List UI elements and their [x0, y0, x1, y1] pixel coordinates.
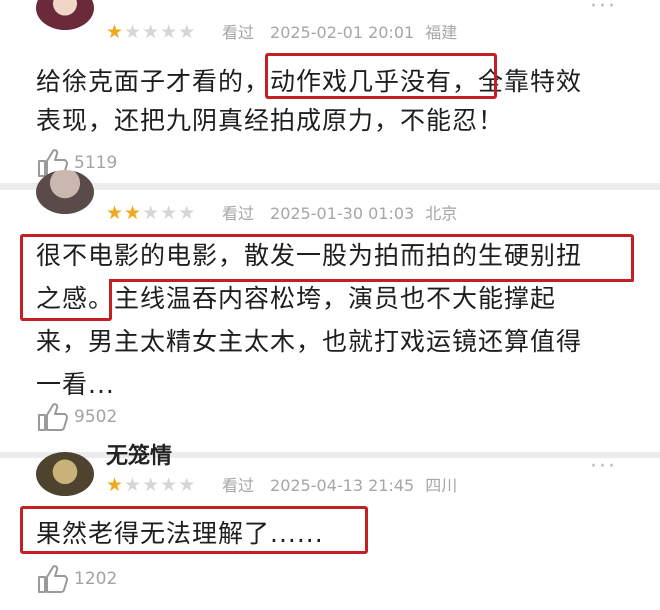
star-empty-icon: ★ [178, 21, 197, 43]
star-empty-icon: ★ [142, 202, 161, 224]
star-filled-icon: ★ [106, 21, 125, 43]
highlight-box [20, 279, 112, 321]
star-empty-icon: ★ [142, 21, 161, 43]
star-filled-icon: ★ [124, 202, 143, 224]
review-meta: 看过 2025-02-01 20:01 福建 [222, 25, 457, 41]
user-name[interactable]: 无笼情 [106, 446, 172, 468]
user-avatar[interactable] [36, 452, 94, 496]
review-region: 福建 [425, 23, 458, 42]
review-time: 2025-04-13 21:45 [270, 476, 415, 495]
review-meta: 看过 2025-04-13 21:45 四川 [222, 478, 457, 494]
rating-stars: ★★★★★ [106, 476, 196, 495]
thumb-up-icon [38, 565, 68, 593]
review-text-line: 之感。主线温吞内容松垮，演员也不大能撑起 [36, 284, 557, 313]
like-button[interactable]: 9502 [36, 402, 117, 432]
star-empty-icon: ★ [124, 474, 143, 496]
star-empty-icon: ★ [160, 21, 179, 43]
review-text-line: 表现，还把九阴真经拍成原力，不能忍！ [36, 106, 505, 135]
star-empty-icon: ★ [160, 202, 179, 224]
like-count: 5119 [74, 153, 118, 173]
review-region: 四川 [425, 476, 458, 495]
star-filled-icon: ★ [106, 474, 125, 496]
seen-label: 看过 [222, 476, 255, 495]
thumb-up-icon [38, 403, 68, 431]
seen-label: 看过 [222, 204, 255, 223]
review-card-1: ··· ★★★★★ 看过 2025-02-01 20:01 福建 给徐克面子才看的… [0, 0, 660, 183]
review-time: 2025-01-30 01:03 [270, 204, 415, 223]
seen-label: 看过 [222, 23, 255, 42]
user-avatar[interactable] [36, 0, 94, 30]
like-count: 9502 [74, 407, 118, 427]
more-dots-icon[interactable]: ··· [590, 456, 617, 478]
like-count: 1202 [74, 569, 118, 589]
star-empty-icon: ★ [124, 21, 143, 43]
rating-stars: ★★★★★ [106, 23, 196, 42]
rating-stars: ★★★★★ [106, 204, 196, 223]
star-empty-icon: ★ [142, 474, 161, 496]
more-dots-icon[interactable]: ··· [590, 0, 617, 18]
highlight-box [109, 279, 634, 282]
divider [0, 183, 660, 190]
review-region: 北京 [425, 204, 458, 223]
star-empty-icon: ★ [178, 474, 197, 496]
review-text-line: 来，男主太精女主太木，也就打戏运镜还算值得 [36, 327, 583, 356]
highlight-box [20, 234, 634, 282]
review-card-2: ★★★★★ 看过 2025-01-30 01:03 北京 很不电影的电影，散发一股… [0, 170, 660, 452]
highlight-box [20, 506, 368, 554]
review-meta: 看过 2025-01-30 01:03 北京 [222, 206, 457, 222]
review-card-3: 无笼情 ··· ★★★★★ 看过 2025-04-13 21:45 四川 果然老得… [0, 446, 660, 610]
review-time: 2025-02-01 20:01 [270, 23, 415, 42]
star-filled-icon: ★ [106, 202, 125, 224]
star-empty-icon: ★ [178, 202, 197, 224]
like-button[interactable]: 1202 [36, 564, 117, 594]
highlight-box [265, 53, 497, 99]
review-text-line: 一看... [36, 370, 115, 399]
star-empty-icon: ★ [160, 474, 179, 496]
user-avatar[interactable] [36, 170, 94, 214]
